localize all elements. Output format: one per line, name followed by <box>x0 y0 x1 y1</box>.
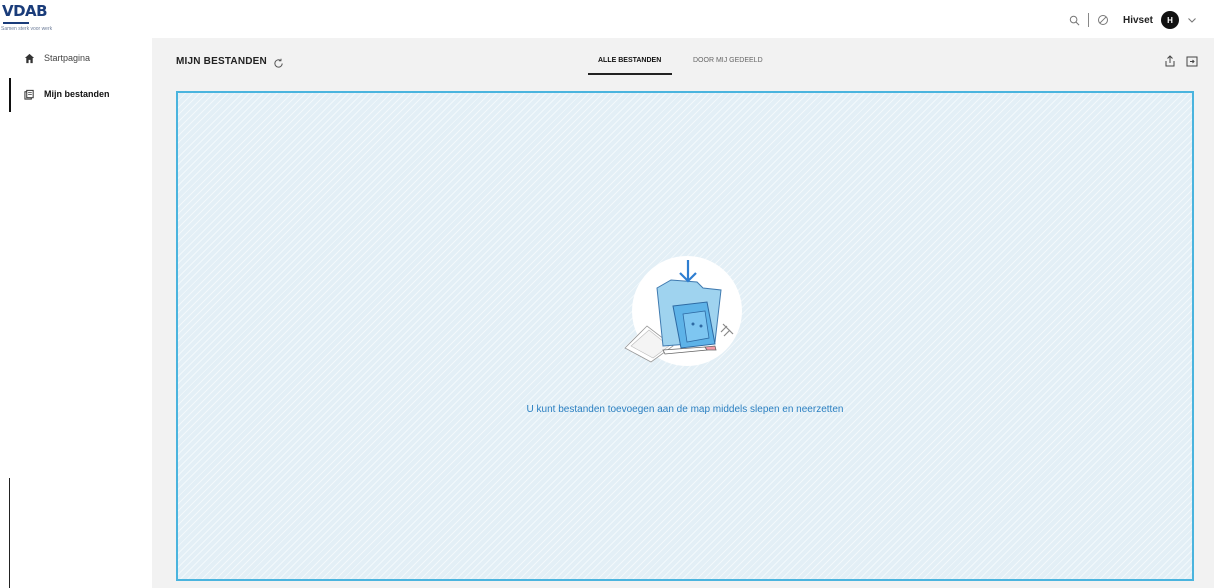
home-icon <box>24 53 35 64</box>
file-dropzone[interactable]: U kunt bestanden toevoegen aan de map mi… <box>176 91 1194 581</box>
page-title: MIJN BESTANDEN <box>176 56 267 67</box>
divider <box>1087 13 1089 27</box>
top-bar: VDAB Samen sterk voor werk Hivset H <box>0 0 1214 38</box>
files-icon <box>24 89 35 100</box>
sidebar-divider <box>9 478 10 588</box>
logo-text: VDAB <box>2 2 48 20</box>
top-right-controls: Hivset H <box>1069 9 1197 31</box>
new-folder-icon[interactable] <box>1186 55 1198 67</box>
avatar[interactable]: H <box>1161 11 1179 29</box>
header-actions <box>1164 55 1198 67</box>
main-content: MIJN BESTANDEN ALLE BESTANDEN DOOR MIJ G… <box>152 38 1214 588</box>
user-name[interactable]: Hivset <box>1123 15 1153 26</box>
sidebar-item-label: Startpagina <box>44 53 91 63</box>
chevron-down-icon[interactable] <box>1187 15 1197 25</box>
active-indicator <box>9 78 11 112</box>
tab-alle-bestanden[interactable]: ALLE BESTANDEN <box>598 57 661 64</box>
content-header: MIJN BESTANDEN ALLE BESTANDEN DOOR MIJ G… <box>152 38 1214 86</box>
disabled-icon[interactable] <box>1097 14 1109 26</box>
active-tab-underline <box>588 73 672 75</box>
sidebar: Startpagina Mijn bestanden <box>0 38 152 588</box>
sidebar-item-mijn-bestanden[interactable]: Mijn bestanden <box>24 84 110 104</box>
logo-underline <box>3 22 29 24</box>
logo-subtitle: Samen sterk voor werk <box>1 26 53 32</box>
tab-door-mij-gedeeld[interactable]: DOOR MIJ GEDEELD <box>693 57 763 64</box>
search-icon[interactable] <box>1069 15 1080 26</box>
sidebar-item-startpagina[interactable]: Startpagina <box>24 48 90 68</box>
upload-folder-illustration <box>611 254 743 374</box>
vdab-logo[interactable]: VDAB Samen sterk voor werk <box>1 2 61 34</box>
dropzone-message: U kunt bestanden toevoegen aan de map mi… <box>526 404 844 415</box>
share-icon[interactable] <box>1164 55 1176 67</box>
sidebar-item-label: Mijn bestanden <box>44 89 110 99</box>
refresh-icon[interactable] <box>273 56 285 68</box>
